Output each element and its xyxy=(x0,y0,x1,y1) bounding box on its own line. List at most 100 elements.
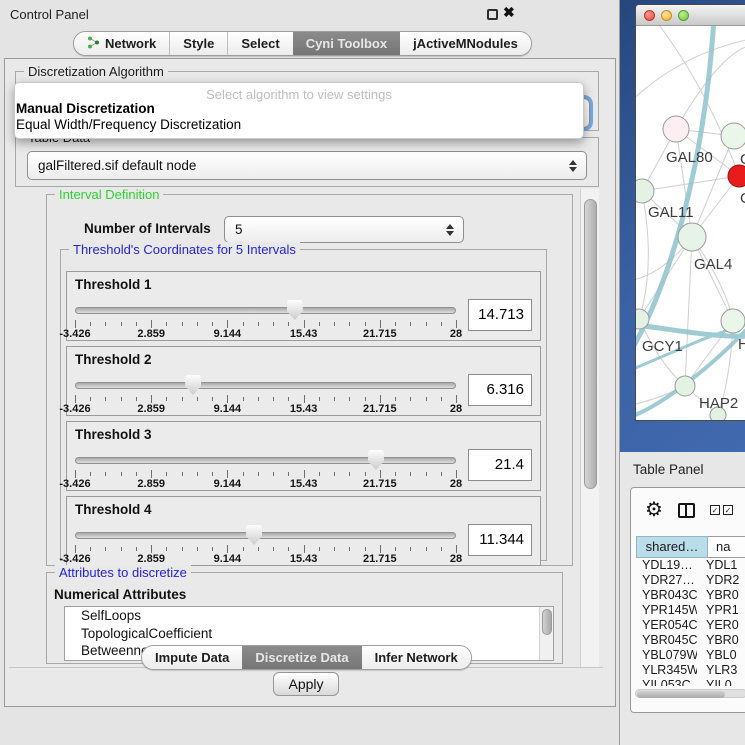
node-selected-red[interactable] xyxy=(728,165,745,187)
checkbox-icon[interactable]: ✓ xyxy=(723,505,733,515)
subtab-label: Impute Data xyxy=(155,650,229,665)
scale-label: 2.859 xyxy=(137,478,165,490)
threshold-slider[interactable]: -3.4262.8599.14415.4321.71528 xyxy=(75,374,456,414)
cell-name: YBR0 xyxy=(697,588,745,603)
threshold-label: Threshold 2 xyxy=(75,352,152,367)
list-item[interactable]: TopologicalCoefficient xyxy=(65,625,553,643)
subtab-impute-data[interactable]: Impute Data xyxy=(142,646,242,669)
slider-scale-labels: -3.4262.8599.14415.4321.71528 xyxy=(75,328,456,340)
node-table-window: ⚙ ✓ ✓ shared… na YDL19…YDL1YDR27…YDR2YBR… xyxy=(630,487,745,713)
node[interactable] xyxy=(721,123,745,149)
cell-shared-name: YDR27… xyxy=(631,573,697,588)
slider-track[interactable] xyxy=(75,532,456,539)
dropdown-option[interactable]: Manual Discretization xyxy=(15,101,583,117)
table-row[interactable]: YLR345WYLR3 xyxy=(631,663,745,678)
threshold-box: Threshold 4 -3.4262.8599.14415.4321.71528… xyxy=(66,496,541,566)
slider-ticks xyxy=(75,395,456,403)
slider-track[interactable] xyxy=(75,457,456,464)
table-data-combobox[interactable]: galFiltered.sif default node xyxy=(27,151,587,180)
node[interactable] xyxy=(721,309,745,333)
network-icon xyxy=(87,36,100,52)
dropdown-hint-item[interactable]: Select algorithm to view settings xyxy=(15,83,583,101)
threshold-slider[interactable]: -3.4262.8599.14415.4321.71528 xyxy=(75,299,456,339)
column-header-shared-name[interactable]: shared… xyxy=(636,536,708,558)
tab-style[interactable]: Style xyxy=(169,32,227,55)
float-window-icon[interactable] xyxy=(487,9,498,20)
node-label: G xyxy=(740,151,745,168)
table-row[interactable]: YIL053CYIL0 xyxy=(631,678,745,686)
threshold-value-field[interactable]: 11.344 xyxy=(468,524,532,556)
numerical-attributes-label: Numerical Attributes xyxy=(54,587,186,602)
threshold-row: -3.4262.8599.14415.4321.71528 11.344 xyxy=(75,524,532,564)
slider-ticks xyxy=(75,545,456,553)
table-row[interactable]: YDR27…YDR2 xyxy=(631,573,745,588)
tab-jactivemnodules[interactable]: jActiveMNodules xyxy=(400,32,531,55)
table-row[interactable]: YBL079WYBL0 xyxy=(631,648,745,663)
node-hap2[interactable] xyxy=(675,376,695,396)
cell-name: YDR2 xyxy=(697,573,745,588)
threshold-slider[interactable]: -3.4262.8599.14415.4321.71528 xyxy=(75,449,456,489)
checkbox-icon[interactable]: ✓ xyxy=(710,505,720,515)
table-row[interactable]: YPR145WYPR1 xyxy=(631,603,745,618)
slider-handle[interactable] xyxy=(368,450,384,470)
scale-label: 21.715 xyxy=(363,553,397,565)
dropdown-option[interactable]: Equal Width/Frequency Discretization xyxy=(15,117,583,133)
table-row[interactable]: YDL19…YDL1 xyxy=(631,558,745,573)
scale-label: -3.426 xyxy=(59,553,90,565)
gear-icon[interactable]: ⚙ xyxy=(645,500,663,520)
threshold-row: -3.4262.8599.14415.4321.71528 21.4 xyxy=(75,449,532,489)
cell-name: YBR0 xyxy=(697,633,745,648)
cell-name: YBL0 xyxy=(697,648,745,663)
node-gal80[interactable] xyxy=(663,116,689,142)
threshold-value-field[interactable]: 6.316 xyxy=(468,374,532,406)
threshold-value-field[interactable]: 14.713 xyxy=(468,299,532,331)
slider-handle[interactable] xyxy=(185,375,201,395)
scale-label: 21.715 xyxy=(363,403,397,415)
slider-handle[interactable] xyxy=(287,300,303,320)
cell-name: YDL1 xyxy=(697,558,745,573)
column-header-name[interactable]: na xyxy=(708,536,745,558)
tab-cyni-toolbox[interactable]: Cyni Toolbox xyxy=(293,32,400,55)
cell-shared-name: YER054C xyxy=(631,618,697,633)
scale-label: 2.859 xyxy=(137,328,165,340)
threshold-label: Threshold 4 xyxy=(75,502,152,517)
attributes-group-title: Attributes to discretize xyxy=(55,565,191,580)
threshold-slider[interactable]: -3.4262.8599.14415.4321.71528 xyxy=(75,524,456,564)
panel-vertical-scrollbar[interactable] xyxy=(580,189,599,667)
dropdown-options: Manual DiscretizationEqual Width/Frequen… xyxy=(15,101,583,133)
number-of-intervals-value: 5 xyxy=(225,222,243,237)
slider-handle[interactable] xyxy=(246,525,262,545)
node-label: GAL11 xyxy=(648,204,694,221)
table-row[interactable]: YER054CYER0 xyxy=(631,618,745,633)
node-gal4[interactable] xyxy=(678,223,706,251)
scale-label: -3.426 xyxy=(59,478,90,490)
cell-name: YIL0 xyxy=(697,678,745,686)
select-columns-icons[interactable]: ✓ ✓ xyxy=(710,505,733,515)
list-vertical-scrollbar[interactable] xyxy=(539,607,553,660)
table-row[interactable]: YBR045CYBR0 xyxy=(631,633,745,648)
minimize-traffic-icon[interactable] xyxy=(661,10,672,21)
threshold-row: -3.4262.8599.14415.4321.715286.316 xyxy=(75,374,532,414)
split-columns-icon[interactable] xyxy=(678,503,695,518)
list-item[interactable]: SelfLoops xyxy=(65,607,553,625)
network-canvas[interactable]: GAL80 G C GAL11 GAL4 GCY1 H HAP2 xyxy=(636,26,745,421)
slider-track[interactable] xyxy=(75,307,456,314)
zoom-traffic-icon[interactable] xyxy=(678,10,689,21)
threshold-value-field[interactable]: 21.4 xyxy=(468,449,532,481)
tab-select[interactable]: Select xyxy=(227,32,292,55)
scale-label: 28 xyxy=(450,403,462,415)
close-traffic-icon[interactable] xyxy=(644,10,655,21)
tab-label: Select xyxy=(241,36,279,51)
slider-track[interactable] xyxy=(75,382,456,389)
scale-label: 15.43 xyxy=(290,403,318,415)
apply-button[interactable]: Apply xyxy=(273,672,339,696)
tab-network[interactable]: Network xyxy=(74,32,169,55)
subtab-discretize-data[interactable]: Discretize Data xyxy=(242,646,361,669)
close-icon[interactable]: ✖ xyxy=(503,4,515,21)
scale-label: 15.43 xyxy=(290,328,318,340)
network-window-titlebar xyxy=(636,5,745,26)
number-of-intervals-spinner[interactable]: 5 xyxy=(224,216,464,243)
subtab-infer-network[interactable]: Infer Network xyxy=(362,646,471,669)
table-horizontal-scrollbar[interactable] xyxy=(635,689,745,698)
table-row[interactable]: YBR043CYBR0 xyxy=(631,588,745,603)
